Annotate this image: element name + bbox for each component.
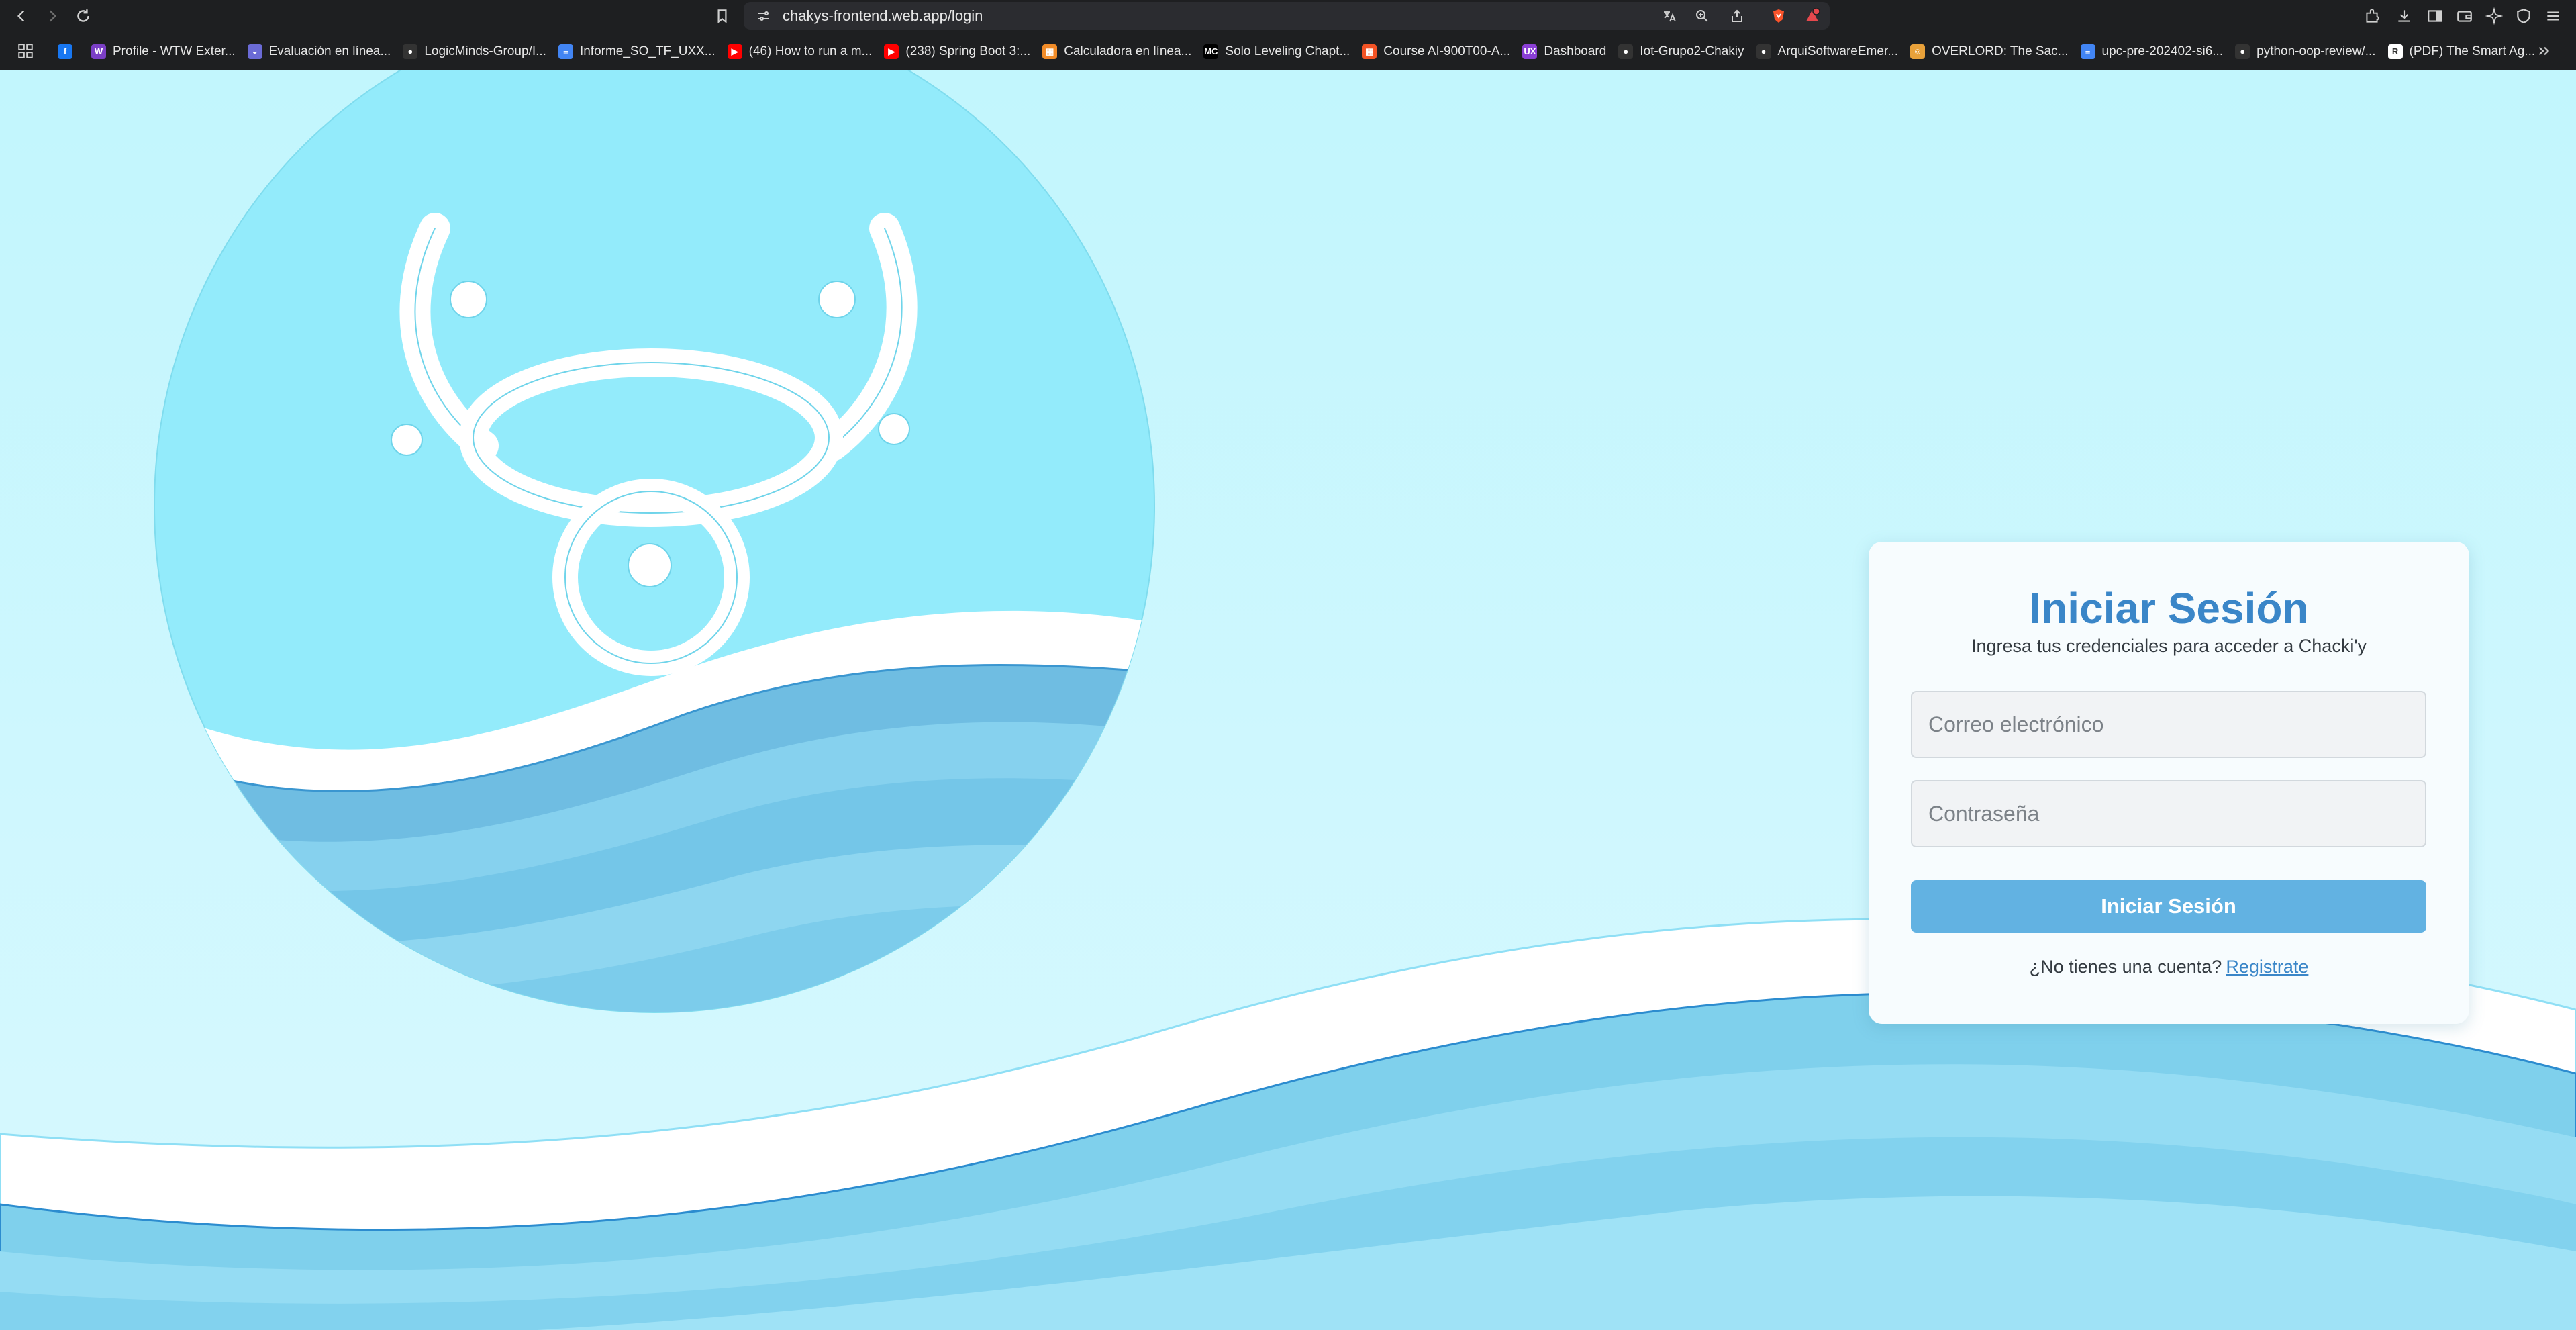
bookmark-list: f W Profile - WTW Exter... ◒ Evaluación en l… bbox=[58, 32, 2547, 70]
bookmark-label: python-oop-review/... bbox=[2257, 44, 2376, 58]
bookmark-page-button[interactable] bbox=[709, 3, 736, 30]
manga-icon: MC bbox=[1203, 44, 1219, 59]
bookmark-item[interactable]: R (PDF) The Smart Ag... bbox=[2387, 32, 2548, 70]
github-icon: ● bbox=[1618, 44, 1634, 59]
share-icon[interactable] bbox=[1728, 7, 1746, 26]
site-settings-icon[interactable] bbox=[754, 7, 773, 26]
bookmark-item[interactable]: UX Dashboard bbox=[1522, 32, 1618, 70]
translate-icon[interactable] bbox=[1661, 7, 1679, 26]
bookmark-label: Evaluación en línea... bbox=[268, 44, 391, 58]
extensions-icon[interactable] bbox=[2361, 5, 2383, 27]
bookmark-item[interactable]: f bbox=[58, 32, 91, 70]
login-title: Iniciar Sesión bbox=[2029, 584, 2309, 632]
bookmark-label: OVERLORD: The Sac... bbox=[1932, 44, 2069, 58]
login-page: Iniciar Sesión Ingresa tus credenciales … bbox=[0, 70, 2576, 1330]
register-link[interactable]: Registrate bbox=[2226, 957, 2308, 977]
back-button[interactable] bbox=[8, 3, 35, 30]
login-button[interactable]: Iniciar Sesión bbox=[1911, 880, 2426, 933]
reload-icon bbox=[77, 9, 89, 22]
forward-arrow-icon bbox=[49, 10, 57, 22]
bookmarks-bar: f W Profile - WTW Exter... ◒ Evaluación en l… bbox=[0, 32, 2576, 71]
bookmark-item[interactable]: ● Iot-Grupo2-Chakiy bbox=[1618, 32, 1756, 70]
dashboard-icon: UX bbox=[1522, 44, 1538, 59]
docs-icon: ≡ bbox=[558, 44, 573, 59]
bookmark-item[interactable]: ☺ OVERLORD: The Sac... bbox=[1910, 32, 2080, 70]
vpn-shield-icon[interactable] bbox=[2513, 5, 2534, 27]
github-icon: ● bbox=[1756, 44, 1771, 59]
bookmark-label: upc-pre-202402-si6... bbox=[2101, 44, 2224, 58]
bookmark-label: (PDF) The Smart Ag... bbox=[2409, 44, 2536, 58]
address-bar[interactable]: chakys-frontend.web.app/login bbox=[744, 2, 1830, 30]
bookmark-item[interactable]: ≡ upc-pre-202402-si6... bbox=[2080, 32, 2236, 70]
password-field[interactable] bbox=[1911, 780, 2426, 847]
microsoft-icon: ▦ bbox=[1362, 44, 1377, 59]
double-chevron-icon bbox=[2538, 46, 2550, 56]
bookmark-label: Calculadora en línea... bbox=[1064, 44, 1192, 58]
login-subtitle: Ingresa tus credenciales para acceder a … bbox=[1971, 636, 2367, 656]
github-icon: ● bbox=[2235, 44, 2250, 59]
more-bookmarks-button[interactable] bbox=[2530, 38, 2557, 64]
youtube-icon: ▶ bbox=[884, 44, 899, 59]
no-account-text: ¿No tienes una cuenta? bbox=[2029, 957, 2222, 977]
wallet-icon[interactable] bbox=[2454, 5, 2475, 27]
overlord-icon: ☺ bbox=[1910, 44, 1926, 59]
browser-toolbar: chakys-frontend.web.app/login bbox=[0, 0, 2576, 32]
bookmark-item[interactable]: ▶ (46) How to run a m... bbox=[727, 32, 885, 70]
youtube-icon: ▶ bbox=[727, 44, 742, 59]
bookmark-label: LogicMinds-Group/I... bbox=[424, 44, 546, 58]
login-card: Iniciar Sesión Ingresa tus credenciales … bbox=[1869, 542, 2469, 1024]
bookmark-label: Informe_SO_TF_UXX... bbox=[579, 44, 715, 58]
bookmark-item[interactable]: ≡ Informe_SO_TF_UXX... bbox=[558, 32, 728, 70]
evaluation-icon: ◒ bbox=[247, 44, 262, 59]
sidebar-icon[interactable] bbox=[2424, 5, 2446, 27]
bookmark-item[interactable]: ● LogicMinds-Group/I... bbox=[403, 32, 558, 70]
menu-icon[interactable] bbox=[2542, 5, 2564, 27]
bookmark-label: Profile - WTW Exter... bbox=[113, 44, 236, 58]
researchgate-icon: R bbox=[2387, 44, 2403, 59]
zoom-icon[interactable] bbox=[1693, 7, 1712, 26]
downloads-icon[interactable] bbox=[2393, 5, 2415, 27]
email-field[interactable] bbox=[1911, 691, 2426, 758]
github-icon: ● bbox=[403, 44, 418, 59]
url-text[interactable]: chakys-frontend.web.app/login bbox=[783, 2, 983, 30]
calculator-icon: ▦ bbox=[1042, 44, 1058, 59]
bookmark-item[interactable]: ● ArquiSoftwareEmer... bbox=[1756, 32, 1911, 70]
bookmark-label: (46) How to run a m... bbox=[748, 44, 873, 58]
bookmark-item[interactable]: ◒ Evaluación en línea... bbox=[247, 32, 403, 70]
reload-button[interactable] bbox=[70, 3, 97, 30]
docs-icon: ≡ bbox=[2080, 44, 2095, 59]
bookmark-item[interactable]: ▦ Calculadora en línea... bbox=[1042, 32, 1203, 70]
bookmark-label: (238) Spring Boot 3:... bbox=[905, 44, 1031, 58]
bookmark-label: ArquiSoftwareEmer... bbox=[1777, 44, 1899, 58]
bookmark-label: Course AI-900T00-A... bbox=[1383, 44, 1511, 58]
bookmark-item[interactable]: ▶ (238) Spring Boot 3:... bbox=[884, 32, 1042, 70]
bookmark-item[interactable]: MC Solo Leveling Chapt... bbox=[1203, 32, 1362, 70]
facebook-icon: f bbox=[58, 44, 72, 59]
bookmark-icon bbox=[717, 9, 727, 23]
bookmark-label: Iot-Grupo2-Chakiy bbox=[1640, 44, 1744, 58]
bookmark-label: Solo Leveling Chapt... bbox=[1225, 44, 1350, 58]
wtw-icon: W bbox=[91, 44, 106, 59]
forward-button[interactable] bbox=[39, 3, 66, 30]
bookmark-item[interactable]: ▦ Course AI-900T00-A... bbox=[1362, 32, 1522, 70]
signup-row: ¿No tienes una cuenta? Registrate bbox=[1869, 957, 2469, 978]
brave-rewards-icon[interactable] bbox=[1803, 7, 1822, 26]
bookmark-label: Dashboard bbox=[1544, 44, 1607, 58]
bookmark-item[interactable]: W Profile - WTW Exter... bbox=[91, 32, 248, 70]
apps-grid-button[interactable] bbox=[12, 38, 39, 64]
back-arrow-icon bbox=[17, 10, 25, 22]
leo-ai-icon[interactable] bbox=[2483, 5, 2505, 27]
grid-icon bbox=[18, 44, 33, 58]
bookmark-item[interactable]: ● python-oop-review/... bbox=[2235, 32, 2387, 70]
brave-shields-icon[interactable] bbox=[1769, 7, 1788, 26]
